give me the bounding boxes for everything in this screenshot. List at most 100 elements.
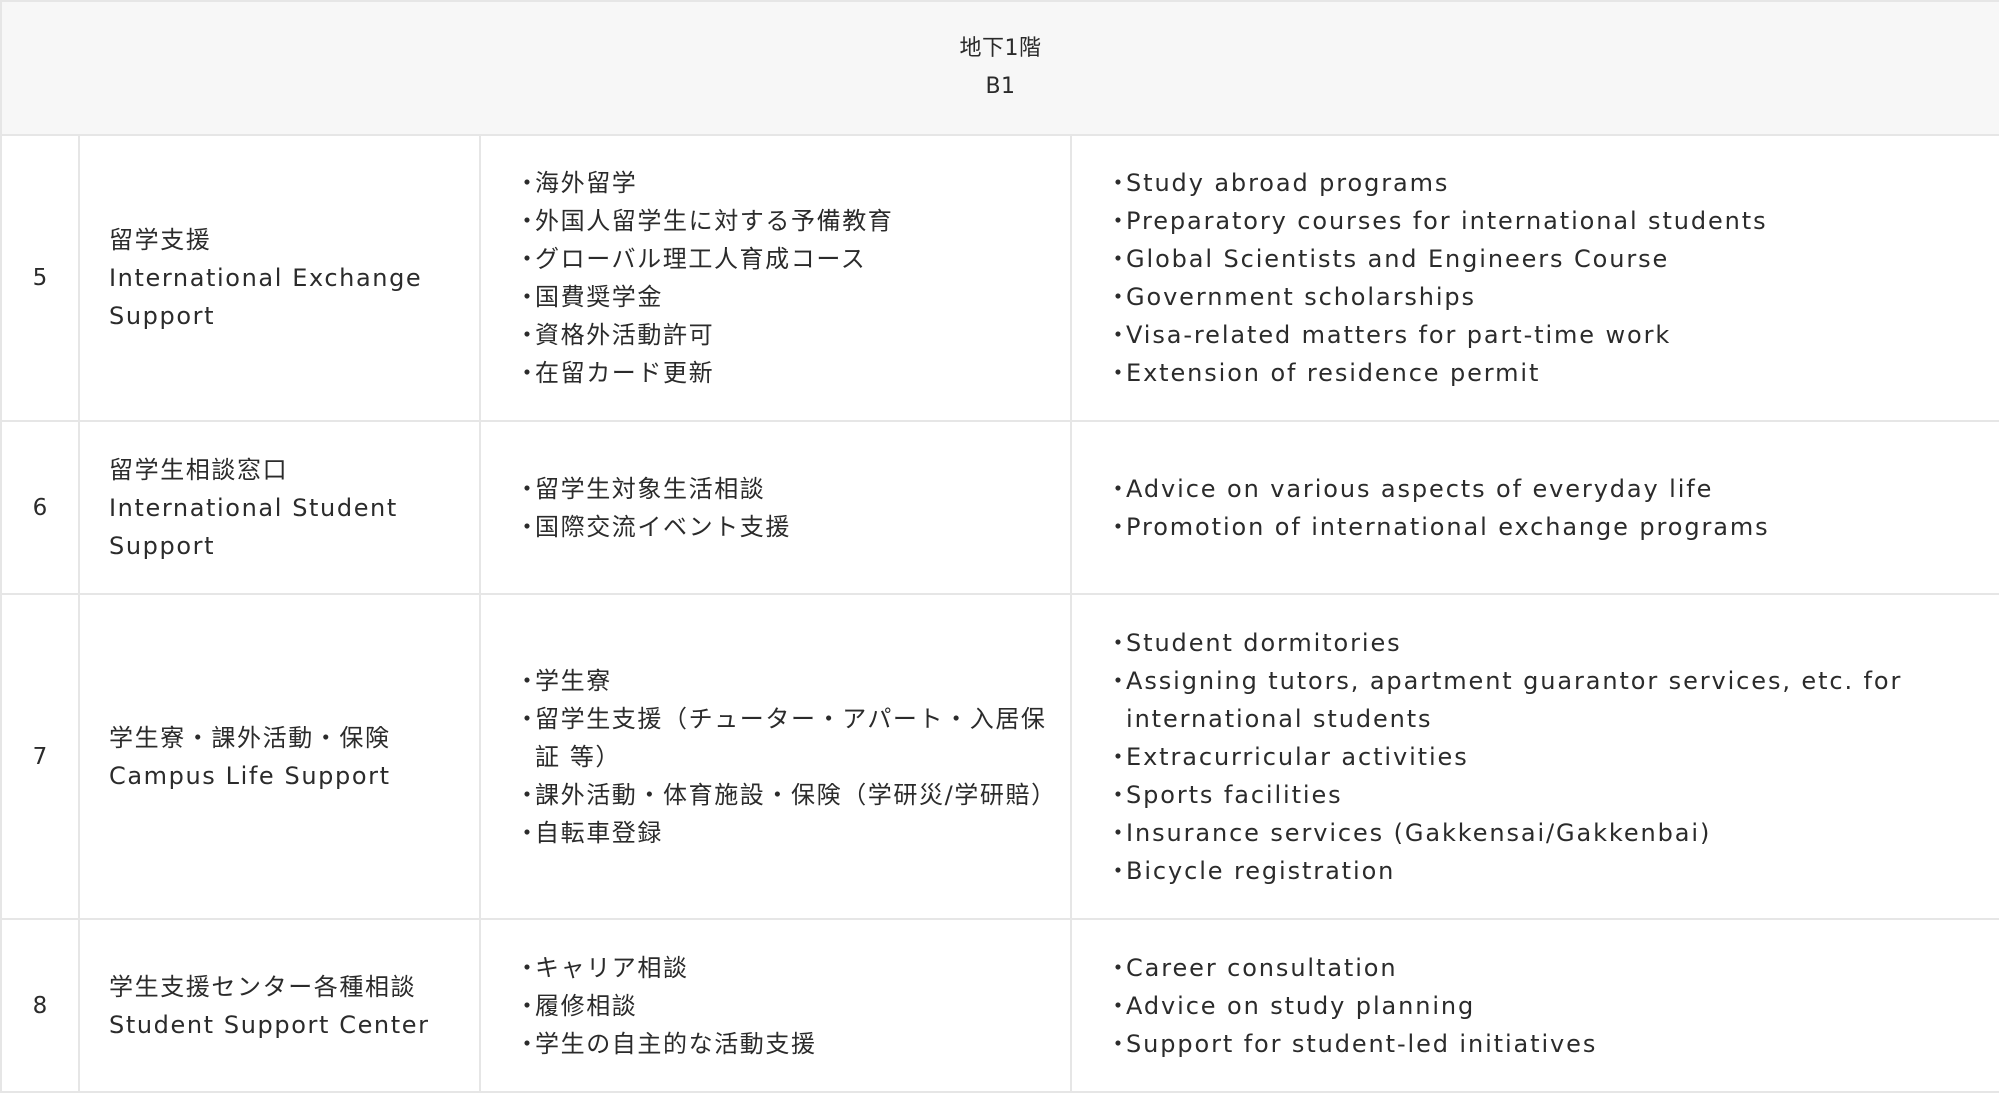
list-item-text: Insurance services (Gakkensai/Gakkenbai) (1126, 818, 1712, 847)
bullet-mark: ・ (1106, 207, 1132, 235)
bullet-mark: ・ (515, 780, 541, 809)
list-item: ・ Advice on various aspects of everyday l… (1106, 470, 1979, 508)
office-name-en: International Exchange Support (109, 264, 423, 330)
office-name-cell: 学生支援センター各種相談 Student Support Center (78, 918, 481, 1093)
list-item-text: Extension of residence permit (1126, 359, 1541, 387)
floor-header-row: 地下1階 B1 (0, 0, 1999, 136)
bullet-mark: ・ (515, 818, 541, 847)
list-item-text: Visa-related matters for part-time work (1126, 321, 1672, 349)
office-name-en: International Student Support (109, 493, 398, 560)
bullet-mark: ・ (1106, 666, 1132, 695)
bullet-mark: ・ (515, 666, 541, 695)
services-en-list: ・ Advice on various aspects of everyday l… (1106, 470, 1979, 546)
services-ja-list: ・留学生対象生活相談・国際交流イベント支援 (515, 470, 1050, 546)
office-name-cell: 学生寮・課外活動・保険 Campus Life Support (78, 593, 481, 920)
services-en-cell: ・ Advice on various aspects of everyday l… (1070, 420, 1999, 595)
list-item: ・ Promotion of international exchange pro… (1106, 508, 1979, 546)
row-number: 6 (0, 420, 80, 595)
bullet-mark: ・ (1106, 359, 1132, 387)
bullet-mark: ・ (1106, 512, 1132, 541)
list-item-text: Preparatory courses for international st… (1126, 207, 1768, 235)
row-number: 8 (0, 918, 80, 1093)
list-item: ・ Visa-related matters for part-time work (1106, 316, 1979, 354)
services-en-cell: ・ Study abroad programs ・ Preparatory cours… (1070, 134, 1999, 422)
list-item: ・履修相談 (515, 987, 1050, 1025)
bullet-mark: ・ (1106, 953, 1132, 982)
list-item-text: Bicycle registration (1126, 856, 1396, 885)
list-item-text: Advice on study planning (1126, 991, 1476, 1020)
services-ja-cell: ・海外留学・外国人留学生に対する予備教育・グローバル理工人育成コース・国費奨学金… (479, 134, 1072, 422)
list-item-text: 国費奨学金 (535, 283, 663, 311)
bullet-mark: ・ (515, 991, 541, 1020)
list-item: ・キャリア相談 (515, 949, 1050, 987)
bullet-mark: ・ (1106, 1029, 1132, 1058)
floor-name-en: B1 (985, 74, 1016, 99)
bullet-mark: ・ (1106, 628, 1132, 657)
table-row-7: 7 学生寮・課外活動・保険 Campus Life Support ・学生寮・留… (0, 593, 1999, 920)
bullet-mark: ・ (515, 953, 541, 982)
office-name-ja: 学生支援センター各種相談 (109, 972, 417, 1001)
bullet-mark: ・ (515, 245, 541, 273)
bullet-mark: ・ (1106, 245, 1132, 273)
list-item: ・ Extension of residence permit (1106, 354, 1979, 392)
services-ja-cell: ・キャリア相談・履修相談・学生の自主的な活動支援 (479, 918, 1072, 1093)
list-item-text: 外国人留学生に対する予備教育 (535, 207, 894, 235)
services-en-list: ・ Study abroad programs ・ Preparatory cours… (1106, 164, 1979, 392)
bullet-mark: ・ (515, 1029, 541, 1058)
list-item: ・学生の自主的な活動支援 (515, 1025, 1050, 1063)
office-name-en: Campus Life Support (109, 761, 391, 790)
list-item: ・ Extracurricular activities (1106, 738, 1979, 776)
services-ja-list: ・学生寮・留学生支援（チューター・アパート・入居保証 等）・課外活動・体育施設・… (515, 662, 1055, 852)
list-item-text: Sports facilities (1126, 780, 1343, 809)
bullet-mark: ・ (515, 359, 541, 387)
list-item: ・ Bicycle registration (1106, 852, 1979, 890)
bullet-mark: ・ (515, 704, 541, 733)
list-item: ・ Insurance services (Gakkensai/Gakkenbai… (1106, 814, 1979, 852)
bullet-mark: ・ (1106, 780, 1132, 809)
list-item: ・海外留学 (515, 164, 1050, 202)
list-item: ・留学生対象生活相談 (515, 470, 1050, 508)
list-item: ・自転車登録 (515, 814, 1050, 852)
list-item: ・ Sports facilities (1106, 776, 1979, 814)
services-ja-list: ・海外留学・外国人留学生に対する予備教育・グローバル理工人育成コース・国費奨学金… (515, 164, 1050, 392)
list-item-text: Extracurricular activities (1126, 742, 1469, 771)
list-item: ・ Student dormitories (1106, 624, 1979, 662)
list-item-text: キャリア相談 (535, 953, 689, 982)
office-name-cell: 留学支援 International Exchange Support (78, 134, 481, 422)
table-row-8: 8 学生支援センター各種相談 Student Support Center ・キ… (0, 918, 1999, 1093)
office-directory-table: 地下1階 B1 5 留学支援 International Exchange Su… (0, 0, 1999, 1093)
bullet-mark: ・ (515, 474, 541, 503)
list-item: ・ Career consultation (1106, 949, 1979, 987)
list-item: ・課外活動・体育施設・保険（学研災/学研賠） (515, 776, 1055, 814)
list-item-text: 留学生対象生活相談 (535, 474, 766, 503)
list-item-text: Promotion of international exchange prog… (1126, 512, 1770, 541)
bullet-mark: ・ (515, 207, 541, 235)
bullet-mark: ・ (1106, 321, 1132, 349)
services-en-cell: ・ Student dormitories ・ Assigning tutors, a… (1070, 593, 1999, 920)
bullet-mark: ・ (515, 169, 541, 197)
services-en-list: ・ Career consultation ・ Advice on study pla… (1106, 949, 1979, 1063)
services-ja-list: ・キャリア相談・履修相談・学生の自主的な活動支援 (515, 949, 1050, 1063)
list-item-text: 資格外活動許可 (535, 321, 715, 349)
list-item-text: Assigning tutors, apartment guarantor se… (1126, 666, 1903, 733)
bullet-mark: ・ (1106, 474, 1132, 503)
services-en-cell: ・ Career consultation ・ Advice on study pla… (1070, 918, 1999, 1093)
list-item-text: 学生寮 (535, 666, 612, 695)
table-row-6: 6 留学生相談窓口 International Student Support … (0, 420, 1999, 595)
list-item: ・学生寮 (515, 662, 1050, 700)
table-row-5: 5 留学支援 International Exchange Support ・海… (0, 134, 1999, 422)
office-name-ja: 留学支援 (109, 226, 212, 254)
list-item-text: Student dormitories (1126, 628, 1402, 657)
list-item: ・ Support for student-led initiatives (1106, 1025, 1979, 1063)
page: 地下1階 B1 5 留学支援 International Exchange Su… (0, 0, 1999, 1099)
list-item: ・ Preparatory courses for international s… (1106, 202, 1979, 240)
list-item-text: 国際交流イベント支援 (535, 512, 791, 541)
list-item-text: Study abroad programs (1126, 169, 1450, 197)
list-item: ・留学生支援（チューター・アパート・入居保証 等） (515, 700, 1050, 776)
bullet-mark: ・ (515, 512, 541, 541)
bullet-mark: ・ (1106, 169, 1132, 197)
list-item-text: Support for student-led initiatives (1126, 1029, 1598, 1058)
list-item: ・国際交流イベント支援 (515, 508, 1050, 546)
bullet-mark: ・ (1106, 818, 1132, 847)
list-item: ・ Government scholarships (1106, 278, 1979, 316)
